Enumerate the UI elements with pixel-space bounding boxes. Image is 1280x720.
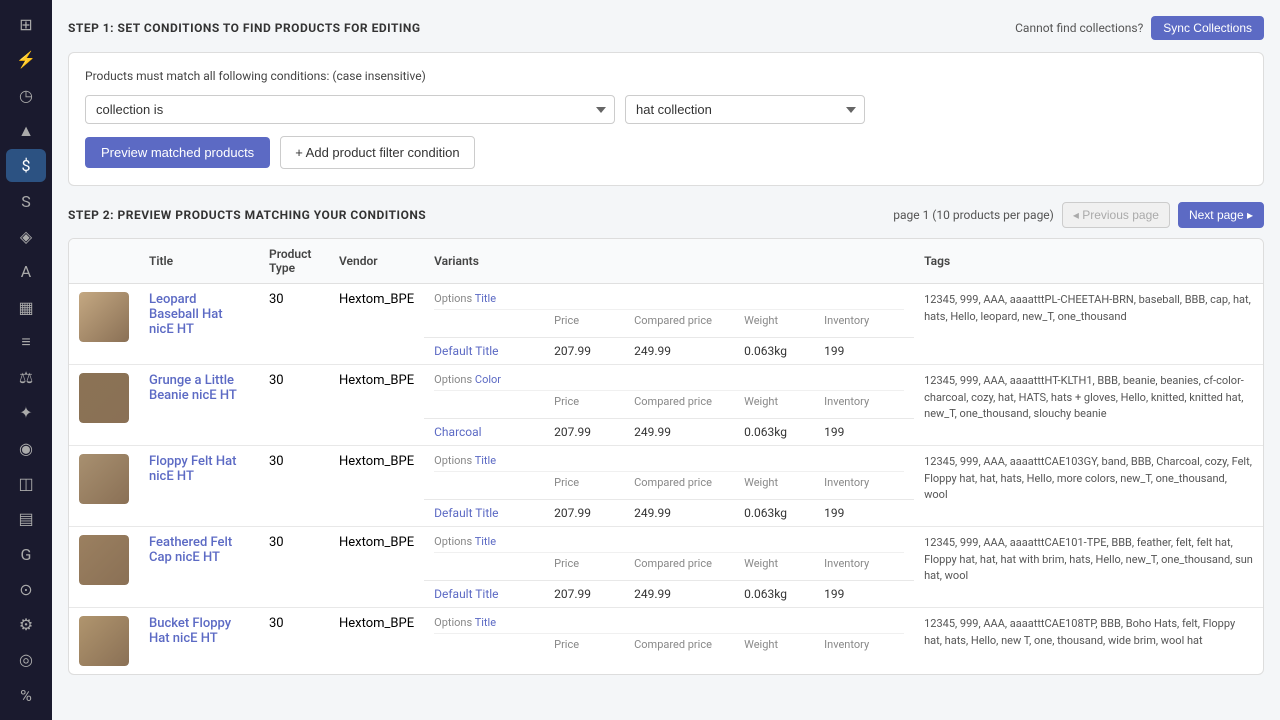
product-type-cell: 30 xyxy=(259,284,329,365)
product-image-cell xyxy=(69,527,139,608)
product-type-cell: 30 xyxy=(259,527,329,608)
condition-value-select[interactable]: hat collection xyxy=(625,95,865,124)
product-image-cell xyxy=(69,608,139,675)
product-vendor-cell: Hextom_BPE xyxy=(329,284,424,365)
sidebar-icon-sale[interactable]: S xyxy=(6,184,46,217)
variant-data-cell: Default Title207.99249.990.063kg199 xyxy=(424,581,914,608)
product-vendor-cell: Hextom_BPE xyxy=(329,527,424,608)
sidebar-icon-chat[interactable]: ◎ xyxy=(6,643,46,676)
product-tags-cell: 12345, 999, AAA, aaaatttPL-CHEETAH-BRN, … xyxy=(914,284,1263,365)
product-image-cell xyxy=(69,284,139,365)
product-type-cell: 30 xyxy=(259,608,329,675)
product-vendor-cell: Hextom_BPE xyxy=(329,365,424,446)
product-vendor-cell: Hextom_BPE xyxy=(329,608,424,675)
product-title-cell: Floppy Felt Hat nicE HT xyxy=(139,446,259,527)
sidebar-icon-puzzle[interactable]: ✦ xyxy=(6,396,46,429)
sidebar-icon-percent[interactable]: % xyxy=(6,679,46,712)
sync-collections-button[interactable]: Sync Collections xyxy=(1151,16,1264,40)
sidebar-icon-list[interactable]: ≡ xyxy=(6,326,46,359)
th-variants: Variants xyxy=(424,239,914,284)
product-variants-cell: Options TitlePriceCompared priceWeightIn… xyxy=(424,284,914,338)
sidebar-icon-clock[interactable]: ◷ xyxy=(6,79,46,112)
step2-header: STEP 2: PREVIEW PRODUCTS MATCHING YOUR C… xyxy=(68,202,1264,228)
add-filter-condition-button[interactable]: + Add product filter condition xyxy=(280,136,474,169)
conditions-description: Products must match all following condit… xyxy=(85,69,1247,83)
sidebar: ⊞ ⚡ ◷ ▲ $ S ◈ A ▦ ≡ ⚖ ✦ ◉ ◫ ▤ G ⊙ ⚙ ◎ % xyxy=(0,0,52,720)
product-thumbnail xyxy=(79,616,129,666)
product-title-cell: Leopard Baseball Hat nicE HT xyxy=(139,284,259,365)
th-tags: Tags xyxy=(914,239,1263,284)
th-vendor: Vendor xyxy=(329,239,424,284)
th-title: Title xyxy=(139,239,259,284)
variant-data-cell: Default Title207.99249.990.063kg199 xyxy=(424,338,914,365)
sidebar-icon-eye[interactable]: ◉ xyxy=(6,432,46,465)
product-title-link[interactable]: Feathered Felt Cap nicE HT xyxy=(149,535,232,565)
sidebar-icon-home[interactable]: ⊞ xyxy=(6,8,46,41)
product-variants-cell: Options TitlePriceCompared priceWeightIn… xyxy=(424,608,914,675)
table-row: Bucket Floppy Hat nicE HT 30Hextom_BPEOpt… xyxy=(69,608,1263,675)
step1-title: STEP 1: SET CONDITIONS TO FIND PRODUCTS … xyxy=(68,21,421,35)
table-row: Floppy Felt Hat nicE HT30Hextom_BPEOptio… xyxy=(69,446,1263,500)
th-product-type: Product Type xyxy=(259,239,329,284)
product-tags-cell: 12345, 999, AAA, aaaatttCAE101-TPE, BBB,… xyxy=(914,527,1263,608)
product-title-link[interactable]: Leopard Baseball Hat nicE HT xyxy=(149,292,223,337)
variant-data-cell: Charcoal207.99249.990.063kg199 xyxy=(424,419,914,446)
conditions-card: Products must match all following condit… xyxy=(68,52,1264,186)
product-title-link[interactable]: Bucket Floppy Hat nicE HT xyxy=(149,616,231,646)
sidebar-icon-cart[interactable]: ⊙ xyxy=(6,573,46,606)
product-thumbnail xyxy=(79,535,129,585)
product-tags-cell: 12345, 999, AAA, aaaatttHT-KLTH1, BBB, b… xyxy=(914,365,1263,446)
product-thumbnail xyxy=(79,454,129,504)
top-bar: STEP 1: SET CONDITIONS TO FIND PRODUCTS … xyxy=(68,16,1264,40)
product-thumbnail xyxy=(79,373,129,423)
product-vendor-cell: Hextom_BPE xyxy=(329,446,424,527)
product-title-link[interactable]: Grunge a Little Beanie nicE HT xyxy=(149,373,237,403)
product-variants-cell: Options ColorPriceCompared priceWeightIn… xyxy=(424,365,914,419)
preview-matched-products-button[interactable]: Preview matched products xyxy=(85,137,270,168)
sidebar-icon-barcode[interactable]: ▤ xyxy=(6,502,46,535)
product-image-cell xyxy=(69,446,139,527)
cannot-find-text: Cannot find collections? xyxy=(1015,21,1143,35)
variant-data-cell: Default Title207.99249.990.063kg199 xyxy=(424,500,914,527)
product-title-cell: Bucket Floppy Hat nicE HT xyxy=(139,608,259,675)
product-thumbnail xyxy=(79,292,129,342)
next-page-button[interactable]: Next page ▸ xyxy=(1178,202,1264,228)
sidebar-icon-font[interactable]: A xyxy=(6,255,46,288)
sidebar-icon-layers[interactable]: ◫ xyxy=(6,467,46,500)
table-row: Grunge a Little Beanie nicE HT30Hextom_B… xyxy=(69,365,1263,419)
product-title-link[interactable]: Floppy Felt Hat nicE HT xyxy=(149,454,236,484)
sidebar-icon-g[interactable]: G xyxy=(6,537,46,570)
table-header-row: Title Product Type Vendor Variants Tags xyxy=(69,239,1263,284)
sidebar-icon-dollar[interactable]: $ xyxy=(6,149,46,182)
sidebar-icon-grid[interactable]: ▦ xyxy=(6,290,46,323)
table-row: Feathered Felt Cap nicE HT30Hextom_BPEOp… xyxy=(69,527,1263,581)
product-tags-cell: 12345, 999, AAA, aaaatttCAE103GY, band, … xyxy=(914,446,1263,527)
product-type-cell: 30 xyxy=(259,446,329,527)
table-row: Leopard Baseball Hat nicE HT30Hextom_BPE… xyxy=(69,284,1263,338)
product-title-cell: Feathered Felt Cap nicE HT xyxy=(139,527,259,608)
pagination: page 1 (10 products per page) ◂ Previous… xyxy=(893,202,1264,228)
actions-row: Preview matched products + Add product f… xyxy=(85,136,1247,169)
previous-page-button[interactable]: ◂ Previous page xyxy=(1062,202,1170,228)
th-image xyxy=(69,239,139,284)
sidebar-icon-tag[interactable]: ◈ xyxy=(6,220,46,253)
product-image-cell xyxy=(69,365,139,446)
sidebar-icon-tools[interactable]: ⚙ xyxy=(6,608,46,641)
sidebar-icon-lightning[interactable]: ⚡ xyxy=(6,43,46,76)
cannot-find-area: Cannot find collections? Sync Collection… xyxy=(1015,16,1264,40)
main-content: STEP 1: SET CONDITIONS TO FIND PRODUCTS … xyxy=(52,0,1280,720)
condition-row: collection is hat collection xyxy=(85,95,1247,124)
sidebar-icon-scale[interactable]: ⚖ xyxy=(6,361,46,394)
products-table: Title Product Type Vendor Variants Tags … xyxy=(68,238,1264,675)
condition-type-select[interactable]: collection is xyxy=(85,95,615,124)
product-title-cell: Grunge a Little Beanie nicE HT xyxy=(139,365,259,446)
product-variants-cell: Options TitlePriceCompared priceWeightIn… xyxy=(424,527,914,581)
product-variants-cell: Options TitlePriceCompared priceWeightIn… xyxy=(424,446,914,500)
step2-title: STEP 2: PREVIEW PRODUCTS MATCHING YOUR C… xyxy=(68,208,426,222)
pagination-text: page 1 (10 products per page) xyxy=(893,208,1054,222)
product-type-cell: 30 xyxy=(259,365,329,446)
product-tags-cell: 12345, 999, AAA, aaaatttCAE108TP, BBB, B… xyxy=(914,608,1263,675)
sidebar-icon-truck[interactable]: ▲ xyxy=(6,114,46,147)
